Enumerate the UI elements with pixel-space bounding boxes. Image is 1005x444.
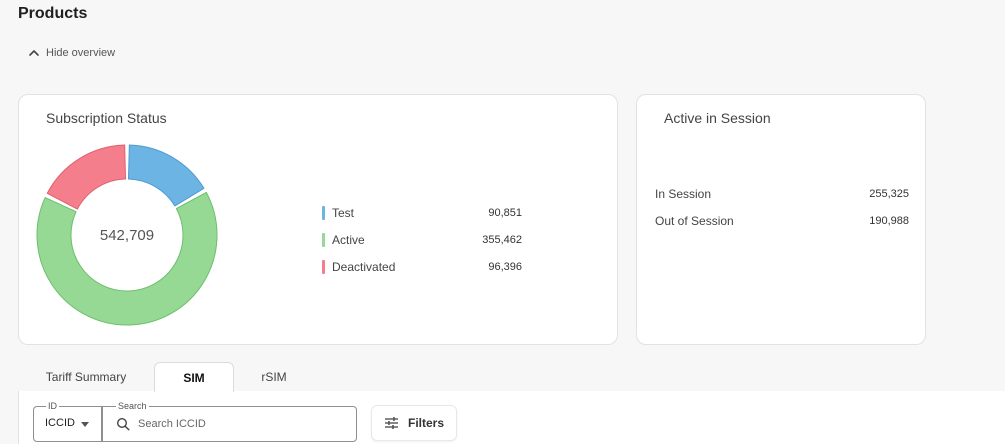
subscription-legend: Test 90,851 Active 355,462 Deactivated 9… (322, 199, 522, 280)
session-row-label: In Session (655, 186, 712, 201)
id-field-label: ID (46, 400, 59, 412)
chevron-up-icon (29, 50, 39, 56)
product-tabs: Tariff Summary SIM rSIM (18, 362, 314, 392)
session-row-label: Out of Session (655, 213, 734, 228)
page-title: Products (18, 5, 88, 22)
hide-overview-label: Hide overview (46, 47, 116, 59)
donut-slice-active[interactable] (36, 191, 218, 326)
subscription-status-title: Subscription Status (46, 110, 167, 126)
search-input[interactable] (138, 415, 338, 433)
legend-swatch-active (322, 232, 325, 247)
subscription-status-card: Subscription Status 542,709 Test 90,851 … (18, 94, 618, 345)
session-row-value: 255,325 (869, 187, 909, 200)
legend-value: 355,462 (482, 233, 522, 246)
legend-swatch-test (322, 205, 325, 220)
legend-name: Deactivated (332, 259, 396, 274)
search-field[interactable]: Search (101, 400, 357, 442)
legend-item-test[interactable]: Test 90,851 (322, 199, 522, 226)
legend-item-active[interactable]: Active 355,462 (322, 226, 522, 253)
session-list: In Session 255,325 Out of Session 190,98… (655, 180, 909, 234)
legend-name: Test (332, 205, 355, 220)
active-in-session-title: Active in Session (664, 110, 771, 126)
session-row-value: 190,988 (869, 214, 909, 227)
search-icon (116, 417, 130, 431)
active-in-session-card: Active in Session In Session 255,325 Out… (636, 94, 926, 345)
filters-button[interactable]: Filters (371, 405, 457, 441)
legend-value: 96,396 (488, 260, 522, 273)
filters-label: Filters (407, 416, 444, 430)
id-type-select[interactable]: ID ICCID (33, 400, 103, 442)
hide-overview-toggle[interactable]: Hide overview (28, 47, 115, 59)
tab-sim[interactable]: SIM (154, 362, 234, 392)
id-select-value: ICCID (45, 417, 75, 429)
donut-slice-deactivated[interactable] (46, 144, 127, 210)
legend-swatch-deactivated (322, 259, 325, 274)
session-row-in: In Session 255,325 (655, 180, 909, 207)
tab-rsim[interactable]: rSIM (234, 362, 314, 392)
legend-item-deactivated[interactable]: Deactivated 96,396 (322, 253, 522, 280)
tab-tariff-summary[interactable]: Tariff Summary (18, 362, 154, 392)
search-field-label: Search (116, 400, 149, 412)
subscription-donut-chart (36, 144, 218, 326)
legend-value: 90,851 (488, 206, 522, 219)
session-row-out: Out of Session 190,988 (655, 207, 909, 234)
legend-name: Active (332, 232, 365, 247)
donut-slice-test[interactable] (127, 144, 205, 207)
caret-down-icon (81, 422, 89, 427)
sliders-icon (384, 417, 398, 429)
